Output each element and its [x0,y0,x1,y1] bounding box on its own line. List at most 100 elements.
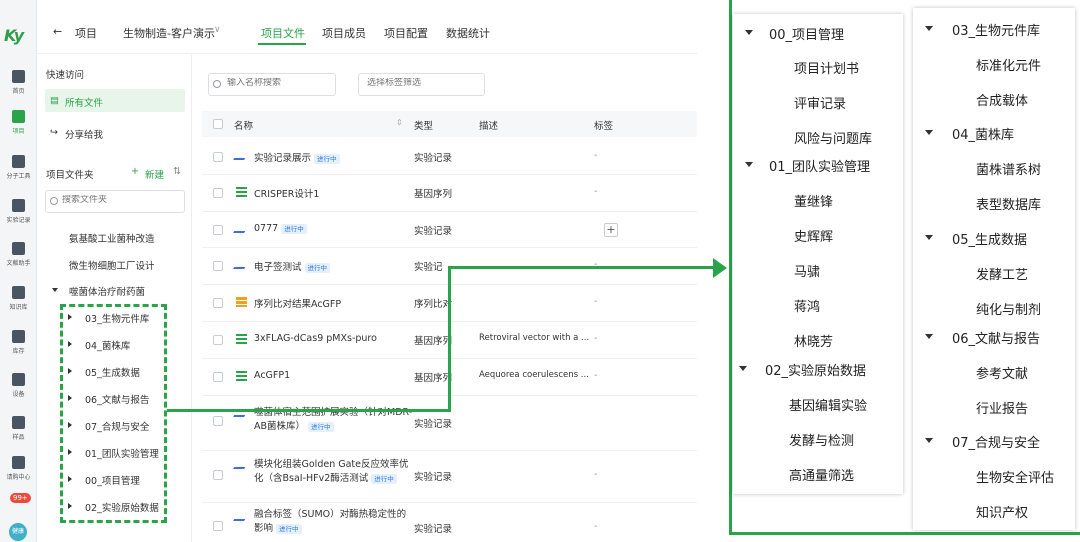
column-name[interactable]: 名称 [234,118,253,132]
tree-item[interactable]: 知识产权 [976,502,1028,521]
table-row[interactable]: CRISPER设计1 基因序列 - [202,175,697,212]
tree-group[interactable]: 04_菌株库 [952,124,1014,143]
tree-item[interactable]: 评审记录 [794,93,846,112]
sort-icon[interactable]: ⇅ [173,166,181,177]
row-name[interactable]: 实验记录展示 [254,153,311,164]
sidebar-item-shared[interactable]: 分享给我 [65,127,103,141]
rail-lab-record[interactable]: 实验记录 [0,199,37,224]
add-tag-button[interactable]: + [604,223,618,237]
table-row[interactable]: 融合标签（SUMO）对酶热稳定性的影响 进行中 实验记录 - [202,503,697,542]
folder-item[interactable]: 微生物细胞工厂设计 [69,258,155,272]
tree-item[interactable]: 参考文献 [976,363,1028,382]
tree-group[interactable]: 06_文献与报告 [952,328,1040,347]
tree-item[interactable]: 生物安全评估 [976,467,1054,486]
tree-item[interactable]: 项目计划书 [794,58,859,77]
tree-item[interactable]: 风险与问题库 [794,128,872,147]
rail-literature[interactable]: 文献助手 [0,242,37,267]
tree-group[interactable]: 01_团队实验管理 [769,156,870,175]
row-checkbox[interactable] [213,152,223,162]
tree-item[interactable]: 发酵与检测 [789,430,854,449]
select-all-checkbox[interactable] [213,119,223,129]
row-checkbox[interactable] [213,372,223,382]
tree-item[interactable]: 表型数据库 [976,194,1041,213]
sort-icon[interactable]: ⇕ [396,118,403,127]
breadcrumb-project[interactable]: 项目 [75,25,97,41]
rail-request[interactable]: 请购中心 [0,456,37,481]
row-checkbox[interactable] [213,470,223,480]
tab-project-config[interactable]: 项目配置 [384,25,428,41]
folders-title: 项目文件夹 [46,170,94,181]
tree-item[interactable]: 标准化元件 [976,55,1041,74]
tree-item[interactable]: 林晓芳 [794,331,833,350]
tree-group[interactable]: 05_生成数据 [952,229,1027,248]
tab-project-files[interactable]: 项目文件 [261,25,305,41]
tree-group[interactable]: 03_生物元件库 [952,20,1040,39]
plus-icon[interactable]: + [131,166,139,177]
row-tag: - [594,370,598,381]
caret-down-icon[interactable] [925,26,933,31]
tree-item[interactable]: 马骕 [794,261,820,280]
tree-item[interactable]: 行业报告 [976,398,1028,417]
lab-record-icon [12,199,25,212]
tree-item[interactable]: 史辉辉 [794,226,833,245]
caret-down-icon[interactable] [925,130,933,135]
caret-down-icon[interactable] [739,366,747,371]
row-name[interactable]: AcGFP1 [254,370,290,381]
row-checkbox[interactable] [213,261,223,271]
new-folder-button[interactable]: 新建 [145,167,164,181]
caret-down-icon[interactable] [925,438,933,443]
tab-project-members[interactable]: 项目成员 [322,25,366,41]
caret-down-icon[interactable] [925,334,933,339]
table-row[interactable]: 实验记录展示 进行中 实验记录 - [202,139,697,175]
table-row[interactable]: 模块化组装Golden Gate反应效率优化（含BsaI-HFv2酶活测试 进行中… [202,451,697,503]
tree-group[interactable]: 02_实验原始数据 [765,360,866,379]
row-checkbox[interactable] [213,416,223,426]
chevron-down-icon[interactable]: ∨ [214,25,221,35]
row-name[interactable]: CRISPER设计1 [254,186,319,200]
tree-item[interactable]: 菌株谱系树 [976,159,1041,178]
row-name[interactable]: 0777 [254,223,278,234]
row-name[interactable]: 序列比对结果AcGFP [254,296,341,310]
caret-down-icon[interactable] [745,30,753,35]
back-arrow-icon[interactable]: ← [53,25,62,38]
row-name[interactable]: 电子签测试 [254,262,302,273]
tree-item[interactable]: 基因编辑实验 [789,395,867,414]
notification-badge[interactable]: 99+ [10,493,31,503]
lab-record-icon [233,223,250,233]
caret-down-icon[interactable] [925,235,933,240]
inventory-icon [12,330,25,343]
folder-item[interactable]: 氨基酸工业菌种改造 [69,231,155,245]
row-checkbox[interactable] [213,298,223,308]
caret-down-icon[interactable] [52,288,58,292]
row-checkbox[interactable] [213,521,223,531]
row-checkbox[interactable] [213,225,223,235]
caret-down-icon[interactable] [745,162,753,167]
tree-item[interactable]: 发酵工艺 [976,264,1028,283]
tree-item[interactable]: 合成载体 [976,90,1028,109]
rail-sample[interactable]: 样品 [0,416,37,441]
rail-inventory[interactable]: 库存 [0,330,37,355]
tree-item[interactable]: 董继锋 [794,191,833,210]
tree-group[interactable]: 00_项目管理 [769,24,844,43]
sidebar-item-all-files[interactable]: 所有文件 [65,95,103,109]
tree-group[interactable]: 07_合规与安全 [952,432,1040,451]
rail-home[interactable]: 首页 [0,70,37,95]
row-checkbox[interactable] [213,188,223,198]
row-checkbox[interactable] [213,335,223,345]
project-selector[interactable]: 生物制造-客户演示 [123,25,215,41]
tree-item[interactable]: 高通量筛选 [789,465,854,484]
rail-project[interactable]: 项目 [0,110,37,135]
rail-molecule-tool[interactable]: 分子工具 [0,155,37,180]
rail-device[interactable]: 设备 [0,373,37,398]
tree-item[interactable]: 蒋鸿 [794,296,820,315]
tab-statistics[interactable]: 数据统计 [446,25,490,41]
tree-item[interactable]: 纯化与制剂 [976,299,1041,318]
folder-search-input[interactable] [45,190,185,213]
table-row[interactable]: 0777 进行中 实验记录 + [202,212,697,248]
folder-item[interactable]: 噬菌体治疗耐药菌 [69,284,145,298]
name-search-input[interactable] [208,73,336,96]
avatar[interactable]: 健康 [9,523,27,541]
row-name[interactable]: 3xFLAG-dCas9 pMXs-puro [254,333,377,344]
tag-filter-select[interactable] [358,73,485,96]
rail-knowledge[interactable]: 知识库 [0,286,37,311]
